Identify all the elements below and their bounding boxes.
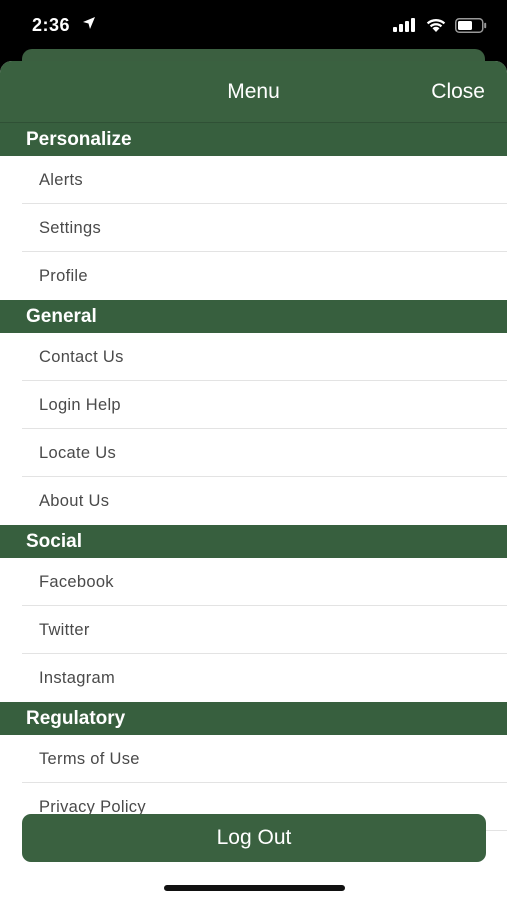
menu-item-locate-us[interactable]: Locate Us — [0, 429, 507, 477]
location-arrow-icon — [83, 17, 95, 29]
section-header-personalize: Personalize — [0, 123, 507, 156]
home-indicator — [164, 885, 345, 891]
cellular-signal-icon — [393, 18, 415, 32]
menu-item-about-us[interactable]: About Us — [0, 477, 507, 525]
menu-item-settings[interactable]: Settings — [0, 204, 507, 252]
status-time: 2:36 — [32, 15, 71, 35]
menu-item-contact-us[interactable]: Contact Us — [0, 333, 507, 381]
status-icons — [393, 17, 487, 33]
section-header-regulatory: Regulatory — [0, 702, 507, 735]
menu-header: Menu Close — [0, 61, 507, 123]
close-button[interactable]: Close — [431, 80, 485, 104]
menu-item-alerts[interactable]: Alerts — [0, 156, 507, 204]
menu-item-terms-of-use[interactable]: Terms of Use — [0, 735, 507, 783]
menu-item-login-help[interactable]: Login Help — [0, 381, 507, 429]
wifi-icon — [426, 18, 446, 32]
status-bar: 2:36 — [0, 0, 507, 52]
battery-icon — [455, 17, 487, 33]
logout-button[interactable]: Log Out — [22, 814, 486, 862]
menu-item-facebook[interactable]: Facebook — [0, 558, 507, 606]
section-header-general: General — [0, 300, 507, 333]
menu-item-profile[interactable]: Profile — [0, 252, 507, 300]
menu-sheet: Menu Close Personalize Alerts Settings P… — [0, 61, 507, 900]
menu-item-twitter[interactable]: Twitter — [0, 606, 507, 654]
section-header-social: Social — [0, 525, 507, 558]
menu-item-instagram[interactable]: Instagram — [0, 654, 507, 702]
